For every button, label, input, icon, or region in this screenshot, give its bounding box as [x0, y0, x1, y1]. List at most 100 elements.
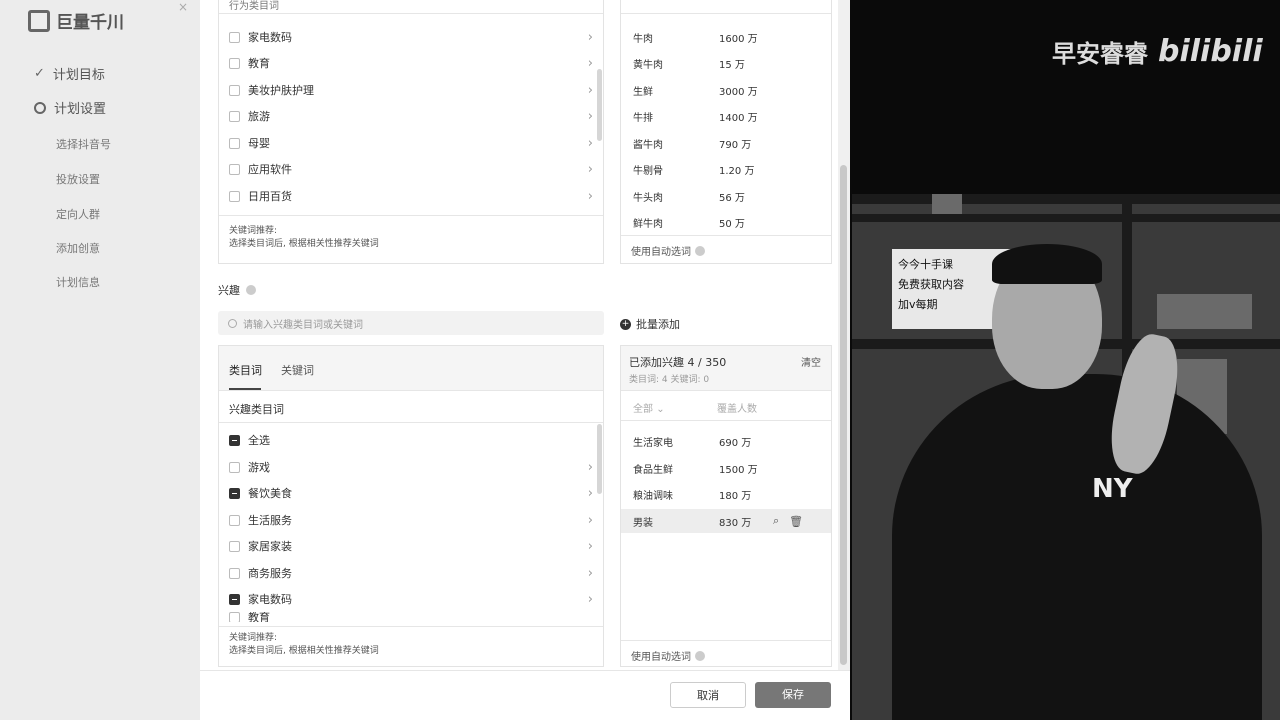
chevron-right-icon[interactable]: ›: [588, 83, 593, 98]
selected-keyword-row[interactable]: 生鲜 3000 万: [633, 79, 821, 101]
checkbox[interactable]: [229, 31, 240, 43]
category-item[interactable]: 教育: [229, 612, 593, 622]
checkbox[interactable]: [229, 190, 240, 202]
books: [1157, 294, 1252, 329]
category-item[interactable]: 教育 ›: [229, 52, 593, 74]
checkbox[interactable]: [229, 567, 240, 579]
checkbox[interactable]: [229, 461, 240, 473]
list-scrollbar[interactable]: [597, 424, 602, 494]
selected-keyword-row[interactable]: 牛肉 1600 万: [633, 26, 821, 48]
presenter-hair: [992, 244, 1102, 284]
category-item[interactable]: 母婴 ›: [229, 132, 593, 154]
clear-button[interactable]: 清空: [801, 354, 821, 369]
help-icon[interactable]: [246, 285, 256, 295]
sidebar-item-plan-settings[interactable]: 计划设置: [34, 98, 106, 117]
help-icon[interactable]: [695, 650, 705, 661]
chevron-right-icon[interactable]: ›: [588, 136, 593, 151]
app-logo[interactable]: 巨量千川: [28, 8, 124, 33]
check-icon: ✓: [34, 66, 45, 81]
checkbox[interactable]: [229, 593, 240, 605]
filter-dropdown[interactable]: 全部 ⌄: [633, 400, 665, 415]
channel-brand: 早安睿睿 bilibili: [1052, 34, 1263, 69]
interest-search-input[interactable]: 请输入兴趣类目词或关键词: [218, 311, 604, 335]
chevron-right-icon[interactable]: ›: [588, 460, 593, 475]
sidebar-sub-item[interactable]: 添加创意: [56, 240, 100, 256]
modal-scrollbar-thumb[interactable]: [840, 165, 847, 665]
help-icon[interactable]: [695, 245, 705, 256]
keyword-hint: 关键词推荐: 选择类目词后, 根据相关性推荐关键词: [229, 633, 379, 656]
selected-keyword-row[interactable]: 牛头肉 56 万: [633, 185, 821, 207]
selected-keyword-row[interactable]: 鲜牛肉 50 万: [633, 211, 821, 233]
save-button[interactable]: 保存: [755, 682, 831, 708]
selected-interest-row[interactable]: 粮油调味 180 万: [621, 482, 831, 506]
chevron-right-icon[interactable]: ›: [588, 162, 593, 177]
category-item[interactable]: 旅游 ›: [229, 105, 593, 127]
checkbox[interactable]: [229, 137, 240, 149]
batch-add-button[interactable]: + 批量添加: [620, 316, 680, 332]
sidebar-sub-item[interactable]: 投放设置: [56, 171, 100, 187]
auto-select-link[interactable]: 使用自动选词: [631, 243, 705, 258]
checkbox[interactable]: [229, 612, 240, 622]
category-item[interactable]: 日用百货 ›: [229, 185, 593, 207]
category-item[interactable]: 商务服务 ›: [229, 562, 593, 584]
close-icon[interactable]: ×: [178, 0, 194, 16]
sidebar-item-plan-goal[interactable]: ✓ 计划目标: [34, 64, 105, 83]
category-item[interactable]: 家电数码 ›: [229, 26, 593, 48]
selected-interest-row[interactable]: 食品生鲜 1500 万: [621, 456, 831, 480]
category-item[interactable]: 生活服务 ›: [229, 509, 593, 531]
category-item[interactable]: 家居家装 ›: [229, 535, 593, 557]
chevron-right-icon[interactable]: ›: [588, 109, 593, 124]
shelf: [852, 194, 1280, 204]
cancel-button[interactable]: 取消: [670, 682, 746, 708]
webcam-feed: 今今十手课 免费获取内容 加v每期 NY: [852, 194, 1280, 720]
checkbox[interactable]: [229, 487, 240, 499]
checkbox[interactable]: [229, 434, 240, 446]
checkbox[interactable]: [229, 514, 240, 526]
category-item-select-all[interactable]: 全选: [229, 429, 593, 451]
checkbox[interactable]: [229, 163, 240, 175]
chevron-right-icon[interactable]: ›: [588, 486, 593, 501]
selected-interest-row[interactable]: 生活家电 690 万: [621, 429, 831, 453]
tab-bar: 类目词 关键词: [219, 346, 603, 391]
category-item[interactable]: 家电数码 ›: [229, 588, 593, 610]
divider: [219, 422, 603, 423]
checkbox[interactable]: [229, 57, 240, 69]
category-item[interactable]: 应用软件 ›: [229, 158, 593, 180]
selected-keyword-row[interactable]: 黄牛肉 15 万: [633, 52, 821, 74]
divider: [219, 13, 603, 14]
bilibili-logo: bilibili: [1158, 34, 1263, 69]
chevron-right-icon[interactable]: ›: [588, 566, 593, 581]
chevron-right-icon[interactable]: ›: [588, 30, 593, 45]
sidebar: 巨量千川 ✓ 计划目标 计划设置 选择抖音号 投放设置 定向人群 添加创意 计划…: [0, 0, 200, 720]
behavior-category-box: 行为类目词 家电数码 › 教育 › 美妆护肤护理 › 旅游 › 母婴 › 应用软件 › 日用…: [218, 0, 604, 264]
logo-icon: [28, 9, 50, 32]
tab-keyword[interactable]: 关键词: [281, 362, 314, 378]
checkbox[interactable]: [229, 110, 240, 122]
search-icon[interactable]: ⌕: [773, 514, 779, 528]
delete-icon[interactable]: 🗑: [789, 515, 803, 528]
chevron-right-icon[interactable]: ›: [588, 513, 593, 528]
chevron-right-icon[interactable]: ›: [588, 56, 593, 71]
selected-keyword-row[interactable]: 酱牛肉 790 万: [633, 132, 821, 154]
footer-divider: [200, 670, 850, 671]
presenter-body: [892, 374, 1262, 720]
category-item[interactable]: 游戏 ›: [229, 456, 593, 478]
sidebar-sub-item[interactable]: 定向人群: [56, 206, 100, 222]
checkbox[interactable]: [229, 84, 240, 96]
sidebar-sub-item[interactable]: 选择抖音号: [56, 136, 111, 152]
category-item[interactable]: 美妆护肤护理 ›: [229, 79, 593, 101]
selected-keyword-row[interactable]: 牛剔骨 1.20 万: [633, 158, 821, 180]
category-item[interactable]: 餐饮美食 ›: [229, 482, 593, 504]
tab-category[interactable]: 类目词: [229, 362, 262, 378]
divider: [621, 13, 831, 14]
chevron-right-icon[interactable]: ›: [588, 189, 593, 204]
chevron-right-icon[interactable]: ›: [588, 592, 593, 607]
checkbox[interactable]: [229, 540, 240, 552]
auto-select-link[interactable]: 使用自动选词: [631, 648, 705, 663]
selected-interest-row[interactable]: 男装 830 万 ⌕ 🗑: [621, 509, 831, 533]
divider: [621, 420, 831, 421]
chevron-right-icon[interactable]: ›: [588, 539, 593, 554]
selected-keyword-row[interactable]: 牛排 1400 万: [633, 105, 821, 127]
sidebar-sub-item[interactable]: 计划信息: [56, 274, 100, 290]
list-scrollbar[interactable]: [597, 69, 602, 141]
